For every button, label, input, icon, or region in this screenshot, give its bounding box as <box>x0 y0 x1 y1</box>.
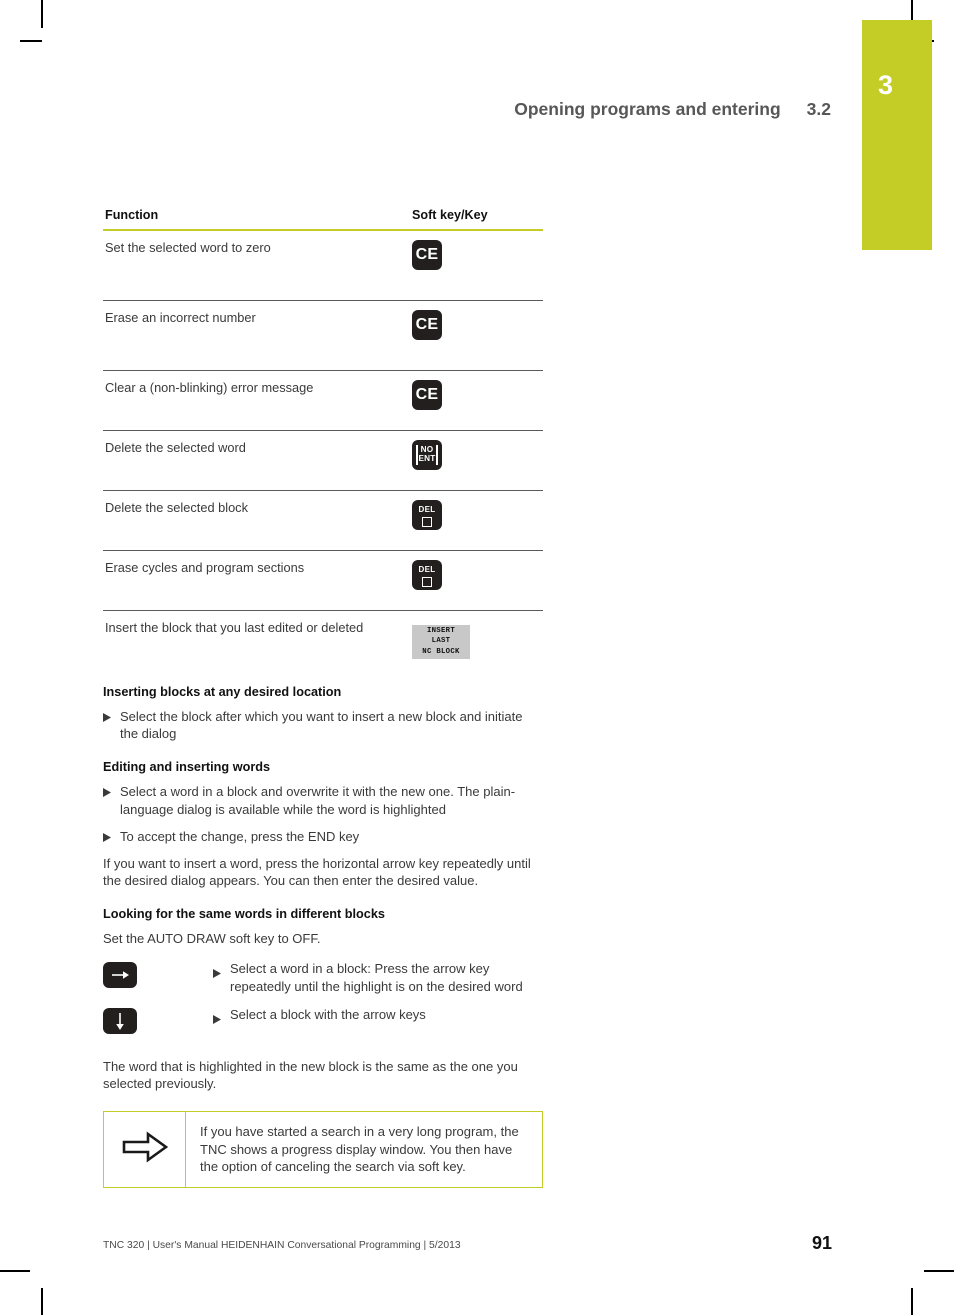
del-key-label: DEL <box>418 505 436 514</box>
key-cell: DEL <box>408 490 543 551</box>
no-ent-bar-left <box>416 445 418 465</box>
del-key-icon: DEL <box>412 500 442 530</box>
table-row: Erase an incorrect number CE <box>103 300 543 371</box>
insert-last-nc-block-softkey[interactable]: INSERT LAST NC BLOCK <box>412 624 470 659</box>
bullet-triangle-icon <box>103 832 111 846</box>
heading-looking-same-words: Looking for the same words in different … <box>103 907 385 922</box>
page-header: Opening programs and entering 3.2 <box>103 99 831 120</box>
crop-mark-top-left-vertical <box>41 0 43 28</box>
list-item-text: Select the block after which you want to… <box>120 708 523 742</box>
content-column: Function Soft key/Key Set the selected w… <box>103 208 543 1189</box>
bullet-triangle-icon <box>213 965 221 996</box>
note-box: If you have started a search in a very l… <box>103 1111 543 1189</box>
key-cell: DEL <box>408 550 543 611</box>
bullet-triangle-icon <box>103 788 111 819</box>
function-cell: Erase an incorrect number <box>103 300 408 371</box>
paragraph-auto-draw: Set the AUTO DRAW soft key to OFF. <box>103 931 321 947</box>
table-row: Delete the selected block DEL <box>103 490 543 551</box>
page-number: 91 <box>811 1233 832 1253</box>
function-key-table: Function Soft key/Key Set the selected w… <box>103 208 543 668</box>
column-header-softkey: Soft key/Key <box>412 208 488 222</box>
note-arrow-icon <box>122 1131 168 1168</box>
crop-mark-bottom-left-horizontal <box>0 1270 30 1272</box>
chapter-number: 3 <box>878 70 894 100</box>
note-text: If you have started a search in a very l… <box>200 1124 519 1175</box>
ce-key-label: CE <box>415 386 439 404</box>
page-header-section: 3.2 <box>806 99 831 119</box>
key-cell: CE <box>408 370 543 431</box>
no-ent-bar-right <box>436 445 438 465</box>
heading-editing-inserting-words: Editing and inserting words <box>103 760 271 775</box>
no-ent-key-icon: NO ENT <box>412 440 442 470</box>
instruction-text: Select a word in a block: Press the arro… <box>230 960 523 994</box>
function-cell: Delete the selected word <box>103 430 408 491</box>
key-cell <box>103 960 213 988</box>
table-row: Set the selected word to zero CE <box>103 230 543 301</box>
list-item: Select a word in a block and overwrite i… <box>103 783 543 819</box>
paragraph-insert-word: If you want to insert a word, press the … <box>103 855 531 889</box>
list-item-text: Select a word in a block and overwrite i… <box>120 784 516 817</box>
table-header-row: Function Soft key/Key <box>103 208 543 230</box>
arrow-right-key-icon <box>103 961 137 988</box>
function-cell: Erase cycles and program sections <box>103 550 408 611</box>
softkey-line2: LAST <box>431 637 451 646</box>
instruction-text-cell: Select a word in a block: Press the arro… <box>213 960 543 996</box>
table-row: Clear a (non-blinking) error message CE <box>103 370 543 431</box>
table-row: Erase cycles and program sections DEL <box>103 550 543 611</box>
crop-mark-top-left-horizontal <box>20 40 42 42</box>
softkey-line1: INSERT <box>426 627 456 635</box>
softkey-line3: NC BLOCK <box>422 647 460 656</box>
crop-mark-bottom-left-vertical <box>41 1288 43 1315</box>
list-item-text: To accept the change, press the END key <box>120 828 360 844</box>
table-header: Function Soft key/Key <box>103 208 543 230</box>
arrow-down-key-icon <box>103 1007 137 1034</box>
instruction-row-arrow-down: Select a block with the arrow keys <box>103 1006 543 1036</box>
ce-key-icon: CE <box>412 240 442 270</box>
chapter-tab: 3 <box>862 20 932 250</box>
del-key-square-glyph <box>422 517 432 527</box>
paragraph-highlighted-word: The word that is highlighted in the new … <box>103 1058 518 1092</box>
ce-key-label: CE <box>415 246 439 264</box>
ce-key-icon: CE <box>412 380 442 410</box>
list-item: Select the block after which you want to… <box>103 708 543 744</box>
bullet-triangle-icon <box>213 1011 221 1029</box>
key-cell <box>103 1006 213 1036</box>
bullet-triangle-icon <box>103 712 111 744</box>
table-row: Insert the block that you last edited or… <box>103 611 543 668</box>
crop-mark-bottom-right-vertical <box>911 1288 913 1315</box>
ce-key-icon: CE <box>412 310 442 340</box>
function-cell: Insert the block that you last edited or… <box>105 620 364 635</box>
instruction-text: Select a block with the arrow keys <box>230 1006 426 1022</box>
function-cell: Delete the selected block <box>103 490 408 551</box>
function-cell: Clear a (non-blinking) error message <box>103 370 408 431</box>
heading-inserting-blocks: Inserting blocks at any desired location <box>103 684 342 699</box>
crop-mark-bottom-right-horizontal <box>924 1270 954 1272</box>
note-icon-cell <box>104 1112 186 1188</box>
instruction-text-cell: Select a block with the arrow keys <box>213 1006 543 1029</box>
function-cell: Set the selected word to zero <box>103 230 408 301</box>
del-key-icon: DEL <box>412 560 442 590</box>
key-cell: INSERT LAST NC BLOCK <box>408 611 543 668</box>
no-ent-line2: ENT <box>418 454 436 463</box>
instruction-row-arrow-right: Select a word in a block: Press the arro… <box>103 960 543 996</box>
key-cell: NO ENT <box>408 430 543 491</box>
footer-text: TNC 320 | User's Manual HEIDENHAIN Conve… <box>103 1240 461 1251</box>
list-item: To accept the change, press the END key <box>103 828 543 846</box>
ce-key-label: CE <box>415 316 439 334</box>
key-cell: CE <box>408 300 543 371</box>
table-body: Set the selected word to zero CE Erase a… <box>103 230 543 668</box>
table-row: Delete the selected word NO ENT <box>103 430 543 491</box>
key-cell: CE <box>408 230 543 301</box>
column-header-function: Function <box>105 208 159 222</box>
del-key-label: DEL <box>418 565 436 574</box>
del-key-square-glyph <box>422 577 432 587</box>
page-header-title: Opening programs and entering <box>514 99 781 119</box>
